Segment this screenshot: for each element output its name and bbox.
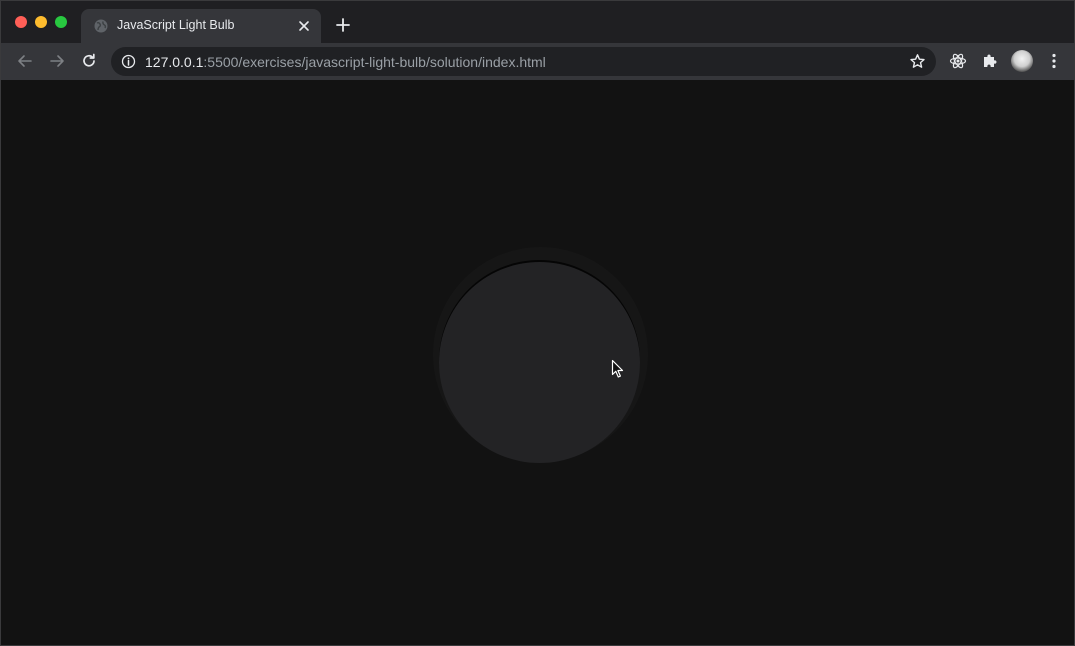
address-bar[interactable]: 127.0.0.1:5500/exercises/javascript-ligh… bbox=[111, 47, 936, 76]
close-icon[interactable] bbox=[297, 19, 311, 33]
avatar[interactable] bbox=[1011, 50, 1033, 72]
window-maximize-button[interactable] bbox=[55, 16, 67, 28]
kebab-menu-icon[interactable] bbox=[1045, 52, 1063, 70]
browser-toolbar: 127.0.0.1:5500/exercises/javascript-ligh… bbox=[1, 43, 1074, 80]
react-devtools-icon[interactable] bbox=[949, 52, 967, 70]
page-content bbox=[1, 80, 1074, 645]
info-icon[interactable] bbox=[121, 54, 136, 69]
star-icon[interactable] bbox=[909, 53, 926, 70]
plus-icon[interactable] bbox=[335, 17, 351, 33]
url-path: :5500/exercises/javascript-light-bulb/so… bbox=[203, 54, 546, 70]
url-host: 127.0.0.1 bbox=[145, 54, 204, 70]
window-minimize-button[interactable] bbox=[35, 16, 47, 28]
tab-javascript-light-bulb[interactable]: JavaScript Light Bulb bbox=[81, 9, 321, 43]
browser-window: JavaScript Light Bulb 127.0.0.1:5500/exe… bbox=[0, 0, 1075, 646]
light-bulb[interactable] bbox=[439, 262, 640, 463]
tab-strip: JavaScript Light Bulb bbox=[1, 1, 1074, 43]
window-close-button[interactable] bbox=[15, 16, 27, 28]
reload-icon[interactable] bbox=[80, 52, 98, 70]
forward-arrow-icon[interactable] bbox=[48, 52, 66, 70]
back-arrow-icon[interactable] bbox=[16, 52, 34, 70]
globe-icon bbox=[94, 19, 108, 33]
puzzle-icon[interactable] bbox=[981, 52, 999, 70]
tab-title: JavaScript Light Bulb bbox=[117, 18, 235, 32]
url-text[interactable]: 127.0.0.1:5500/exercises/javascript-ligh… bbox=[145, 54, 546, 70]
